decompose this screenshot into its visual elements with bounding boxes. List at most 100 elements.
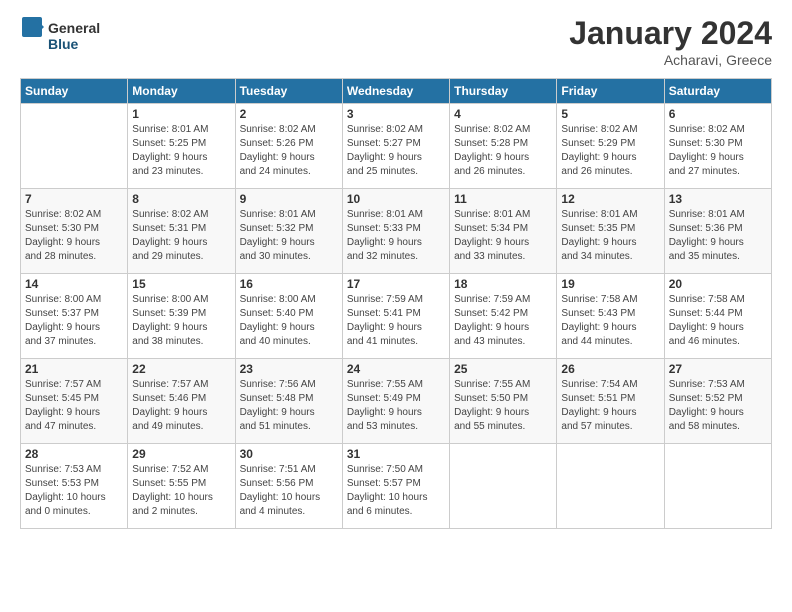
table-row: 4 Sunrise: 8:02 AM Sunset: 5:28 PM Daylig… (450, 104, 557, 189)
day-number: 18 (454, 277, 552, 291)
table-row: 19Sunrise: 7:58 AM Sunset: 5:43 PM Dayli… (557, 274, 664, 359)
logo: GeneralBlue (20, 15, 100, 60)
day-info: Sunrise: 8:02 AM Sunset: 5:27 PM Dayligh… (347, 123, 445, 179)
header-tuesday: Tuesday (235, 79, 342, 104)
day-number: 9 (240, 192, 338, 206)
day-info: Sunrise: 8:02 AM Sunset: 5:29 PM Dayligh… (561, 123, 659, 179)
table-row: 11 Sunrise: 8:01 AM Sunset: 5:34 PM Dayli… (450, 189, 557, 274)
header-sunday: Sunday (21, 79, 128, 104)
day-info: Sunrise: 8:02 AM Sunset: 5:30 PM Dayligh… (25, 208, 123, 264)
day-info: Sunrise: 8:02 AM Sunset: 5:28 PM Dayligh… (454, 123, 552, 179)
day-info: Sunrise: 7:59 AM Sunset: 5:41 PM Dayligh… (347, 293, 445, 349)
table-row: 8 Sunrise: 8:02 AM Sunset: 5:31 PM Daylig… (128, 189, 235, 274)
table-row: 17 Sunrise: 7:59 AM Sunset: 5:41 PM Dayli… (342, 274, 449, 359)
day-number: 13 (669, 192, 767, 206)
month-title: January 2024 (569, 15, 772, 52)
day-info: Sunrise: 8:00 AM Sunset: 5:39 PM Dayligh… (132, 293, 230, 349)
day-number: 15 (132, 277, 230, 291)
day-info: Sunrise: 8:00 AM Sunset: 5:40 PM Dayligh… (240, 293, 338, 349)
table-row: 25 Sunrise: 7:55 AM Sunset: 5:50 PM Dayli… (450, 359, 557, 444)
day-info: Sunrise: 8:01 AM Sunset: 5:34 PM Dayligh… (454, 208, 552, 264)
day-number: 21 (25, 362, 123, 376)
table-row: 9Sunrise: 8:01 AM Sunset: 5:32 PM Daylig… (235, 189, 342, 274)
day-info: Sunrise: 7:52 AM Sunset: 5:55 PM Dayligh… (132, 463, 230, 519)
table-row: 29 Sunrise: 7:52 AM Sunset: 5:55 PM Dayli… (128, 444, 235, 529)
header-friday: Friday (557, 79, 664, 104)
day-info: Sunrise: 7:50 AM Sunset: 5:57 PM Dayligh… (347, 463, 445, 519)
table-row: 20Sunrise: 7:58 AM Sunset: 5:44 PM Dayli… (664, 274, 771, 359)
day-number: 7 (25, 192, 123, 206)
day-info: Sunrise: 8:02 AM Sunset: 5:31 PM Dayligh… (132, 208, 230, 264)
day-number: 10 (347, 192, 445, 206)
table-row: 16 Sunrise: 8:00 AM Sunset: 5:40 PM Dayli… (235, 274, 342, 359)
day-info: Sunrise: 8:02 AM Sunset: 5:30 PM Dayligh… (669, 123, 767, 179)
location: Acharavi, Greece (569, 52, 772, 68)
day-number: 24 (347, 362, 445, 376)
table-row: 22 Sunrise: 7:57 AM Sunset: 5:46 PM Dayli… (128, 359, 235, 444)
day-info: Sunrise: 8:01 AM Sunset: 5:36 PM Dayligh… (669, 208, 767, 264)
day-number: 4 (454, 107, 552, 121)
day-info: Sunrise: 7:56 AM Sunset: 5:48 PM Dayligh… (240, 378, 338, 434)
day-number: 31 (347, 447, 445, 461)
table-row (664, 444, 771, 529)
table-row: 10 Sunrise: 8:01 AM Sunset: 5:33 PM Dayli… (342, 189, 449, 274)
table-row (21, 104, 128, 189)
table-row: 18 Sunrise: 7:59 AM Sunset: 5:42 PM Dayli… (450, 274, 557, 359)
table-row: 7 Sunrise: 8:02 AM Sunset: 5:30 PM Daylig… (21, 189, 128, 274)
day-number: 1 (132, 107, 230, 121)
day-info: Sunrise: 8:00 AM Sunset: 5:37 PM Dayligh… (25, 293, 123, 349)
table-row: 23 Sunrise: 7:56 AM Sunset: 5:48 PM Dayli… (235, 359, 342, 444)
calendar-week-row: 1 Sunrise: 8:01 AM Sunset: 5:25 PM Daylig… (21, 104, 772, 189)
svg-text:Blue: Blue (48, 36, 79, 52)
day-number: 22 (132, 362, 230, 376)
table-row: 13 Sunrise: 8:01 AM Sunset: 5:36 PM Dayli… (664, 189, 771, 274)
table-row: 27 Sunrise: 7:53 AM Sunset: 5:52 PM Dayli… (664, 359, 771, 444)
table-row: 3 Sunrise: 8:02 AM Sunset: 5:27 PM Daylig… (342, 104, 449, 189)
day-number: 27 (669, 362, 767, 376)
calendar-week-row: 7 Sunrise: 8:02 AM Sunset: 5:30 PM Daylig… (21, 189, 772, 274)
day-info: Sunrise: 7:55 AM Sunset: 5:49 PM Dayligh… (347, 378, 445, 434)
day-number: 2 (240, 107, 338, 121)
day-number: 6 (669, 107, 767, 121)
table-row: 2 Sunrise: 8:02 AM Sunset: 5:26 PM Daylig… (235, 104, 342, 189)
day-info: Sunrise: 8:01 AM Sunset: 5:33 PM Dayligh… (347, 208, 445, 264)
day-number: 30 (240, 447, 338, 461)
day-number: 26 (561, 362, 659, 376)
day-number: 16 (240, 277, 338, 291)
table-row: 15 Sunrise: 8:00 AM Sunset: 5:39 PM Dayli… (128, 274, 235, 359)
day-info: Sunrise: 7:53 AM Sunset: 5:52 PM Dayligh… (669, 378, 767, 434)
day-info: Sunrise: 7:57 AM Sunset: 5:46 PM Dayligh… (132, 378, 230, 434)
header-wednesday: Wednesday (342, 79, 449, 104)
day-number: 5 (561, 107, 659, 121)
day-number: 29 (132, 447, 230, 461)
title-block: January 2024 Acharavi, Greece (569, 15, 772, 68)
table-row: 14Sunrise: 8:00 AM Sunset: 5:37 PM Dayli… (21, 274, 128, 359)
day-info: Sunrise: 7:55 AM Sunset: 5:50 PM Dayligh… (454, 378, 552, 434)
page-header: GeneralBlue January 2024 Acharavi, Greec… (20, 15, 772, 68)
header-saturday: Saturday (664, 79, 771, 104)
calendar-week-row: 21 Sunrise: 7:57 AM Sunset: 5:45 PM Dayli… (21, 359, 772, 444)
day-number: 11 (454, 192, 552, 206)
day-info: Sunrise: 8:02 AM Sunset: 5:26 PM Dayligh… (240, 123, 338, 179)
day-number: 8 (132, 192, 230, 206)
header-thursday: Thursday (450, 79, 557, 104)
table-row: 12Sunrise: 8:01 AM Sunset: 5:35 PM Dayli… (557, 189, 664, 274)
day-info: Sunrise: 7:57 AM Sunset: 5:45 PM Dayligh… (25, 378, 123, 434)
calendar-table: Sunday Monday Tuesday Wednesday Thursday… (20, 78, 772, 529)
day-info: Sunrise: 7:54 AM Sunset: 5:51 PM Dayligh… (561, 378, 659, 434)
table-row: 31 Sunrise: 7:50 AM Sunset: 5:57 PM Dayli… (342, 444, 449, 529)
header-monday: Monday (128, 79, 235, 104)
day-info: Sunrise: 7:59 AM Sunset: 5:42 PM Dayligh… (454, 293, 552, 349)
day-number: 3 (347, 107, 445, 121)
day-number: 23 (240, 362, 338, 376)
svg-text:General: General (48, 20, 100, 36)
calendar-week-row: 14Sunrise: 8:00 AM Sunset: 5:37 PM Dayli… (21, 274, 772, 359)
day-number: 19 (561, 277, 659, 291)
table-row: 21 Sunrise: 7:57 AM Sunset: 5:45 PM Dayli… (21, 359, 128, 444)
day-info: Sunrise: 7:53 AM Sunset: 5:53 PM Dayligh… (25, 463, 123, 519)
day-number: 17 (347, 277, 445, 291)
day-number: 25 (454, 362, 552, 376)
day-info: Sunrise: 8:01 AM Sunset: 5:25 PM Dayligh… (132, 123, 230, 179)
table-row: 28Sunrise: 7:53 AM Sunset: 5:53 PM Dayli… (21, 444, 128, 529)
table-row: 26 Sunrise: 7:54 AM Sunset: 5:51 PM Dayli… (557, 359, 664, 444)
